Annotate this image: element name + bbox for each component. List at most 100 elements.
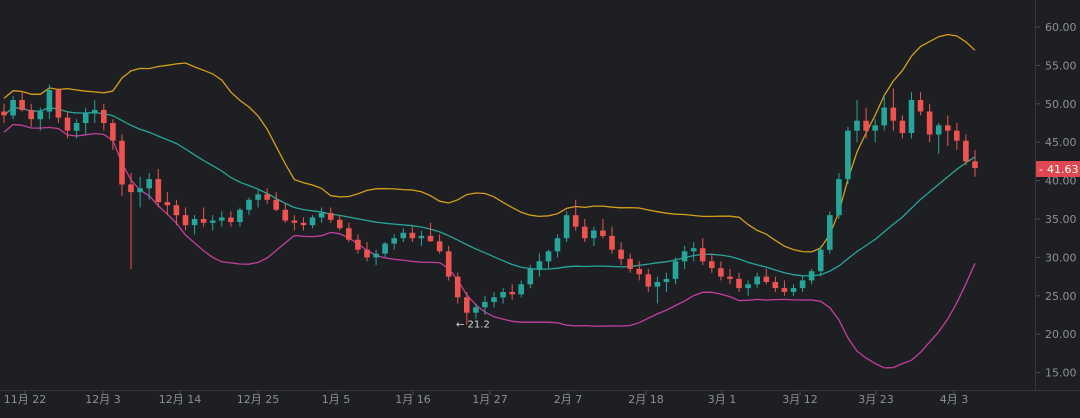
candle-body [110, 123, 116, 141]
candle-body [872, 125, 878, 131]
candle-body [536, 261, 543, 269]
x-tick-label: 3月 12 [782, 393, 818, 406]
candle-body [518, 284, 524, 295]
y-tick-label: 60.00 [1045, 21, 1077, 34]
candle-body [500, 292, 506, 298]
candle-body [128, 184, 134, 193]
candle-body [781, 288, 788, 292]
candle-body [55, 90, 62, 118]
candle-body [73, 123, 80, 131]
candle-body [690, 248, 697, 252]
candle-body [82, 113, 89, 123]
candle-body [554, 238, 561, 252]
candle-body [482, 301, 488, 308]
candle-body [509, 292, 515, 295]
candle-body [963, 140, 969, 162]
chart-background [0, 0, 1080, 414]
x-tick-label: 2月 18 [628, 393, 664, 406]
candle-body [618, 249, 624, 259]
y-tick-label: 25.00 [1045, 290, 1077, 303]
candle-body [854, 120, 860, 131]
candle-body [219, 217, 225, 221]
candle-body [309, 217, 316, 226]
candle-body [164, 202, 171, 206]
candle-body [754, 276, 760, 285]
candle-body [300, 222, 307, 226]
candle-body [790, 288, 797, 292]
candle-body [527, 268, 534, 285]
candle-body [364, 249, 370, 258]
candlestick-chart: 60.00 55.00 50.00 45.00 40.00 35.00 30.00 25.00… [0, 0, 1080, 414]
candle-body [572, 215, 579, 227]
candle-body [917, 100, 924, 112]
candle-body [146, 179, 152, 189]
candle-body [255, 194, 261, 200]
candle-body [836, 179, 842, 216]
candle-body [636, 268, 642, 275]
candle-body [972, 161, 978, 169]
y-tick-label: 50.00 [1045, 98, 1077, 111]
candle-body [173, 205, 180, 216]
candle-body [945, 125, 951, 131]
candle-body [436, 241, 443, 252]
candle-body [155, 179, 162, 203]
candle-body [282, 209, 289, 221]
candle [563, 211, 570, 243]
candle-body [591, 230, 597, 239]
candle-body [445, 251, 452, 277]
candle-body [209, 220, 216, 223]
candle-body [863, 120, 869, 131]
candle-body [926, 111, 933, 135]
candle-body [273, 199, 279, 210]
chart-svg: 60.0055.0050.0045.0040.0035.0030.0025.00… [0, 0, 1080, 414]
candle-body [627, 258, 633, 269]
candle-body [600, 230, 606, 236]
candle-body [19, 100, 25, 110]
candle-body [582, 226, 588, 239]
candle-body [318, 212, 325, 218]
candle [836, 172, 842, 219]
candle-body [391, 238, 397, 244]
candle-body [718, 268, 724, 277]
candle-body [400, 232, 407, 239]
candle-body [709, 261, 715, 269]
candle-body [137, 188, 143, 193]
candle-body [845, 130, 851, 180]
candle-body [228, 217, 234, 223]
candle-body [291, 220, 298, 223]
candle-body [654, 282, 661, 287]
candle-body [418, 235, 425, 239]
candle-body [954, 130, 960, 141]
candle-body [64, 117, 71, 131]
y-tick-label: 35.00 [1045, 213, 1077, 226]
candle-body [246, 199, 252, 210]
candle-body [327, 212, 334, 220]
candle-body [808, 271, 815, 281]
candle-body [46, 90, 53, 112]
candle-body [645, 274, 652, 287]
candle-body [191, 219, 198, 226]
candle-body [346, 228, 352, 240]
candle [827, 211, 833, 254]
x-tick-label: 1月 5 [322, 393, 351, 406]
candle-body [337, 219, 343, 229]
candle-body [890, 107, 897, 121]
y-tick-label: 15.00 [1045, 367, 1077, 380]
x-tick-label: 11月 22 [4, 393, 47, 406]
candle-body [609, 235, 615, 250]
candle-body [409, 232, 416, 239]
candle-body [763, 276, 770, 282]
candle-body [37, 111, 44, 120]
candle-body [827, 215, 833, 250]
candle-body [382, 243, 388, 254]
candle-body [727, 276, 733, 279]
candle-body [28, 109, 34, 120]
x-tick-label: 3月 23 [858, 393, 894, 406]
candle-body [663, 278, 670, 282]
x-tick-label: 3月 1 [708, 393, 737, 406]
candle-body [563, 215, 570, 239]
candle-body [745, 284, 751, 289]
current-price-dash: - [1039, 163, 1043, 176]
x-tick-label: 1月 16 [395, 393, 431, 406]
x-tick-label: 12月 14 [159, 393, 202, 406]
